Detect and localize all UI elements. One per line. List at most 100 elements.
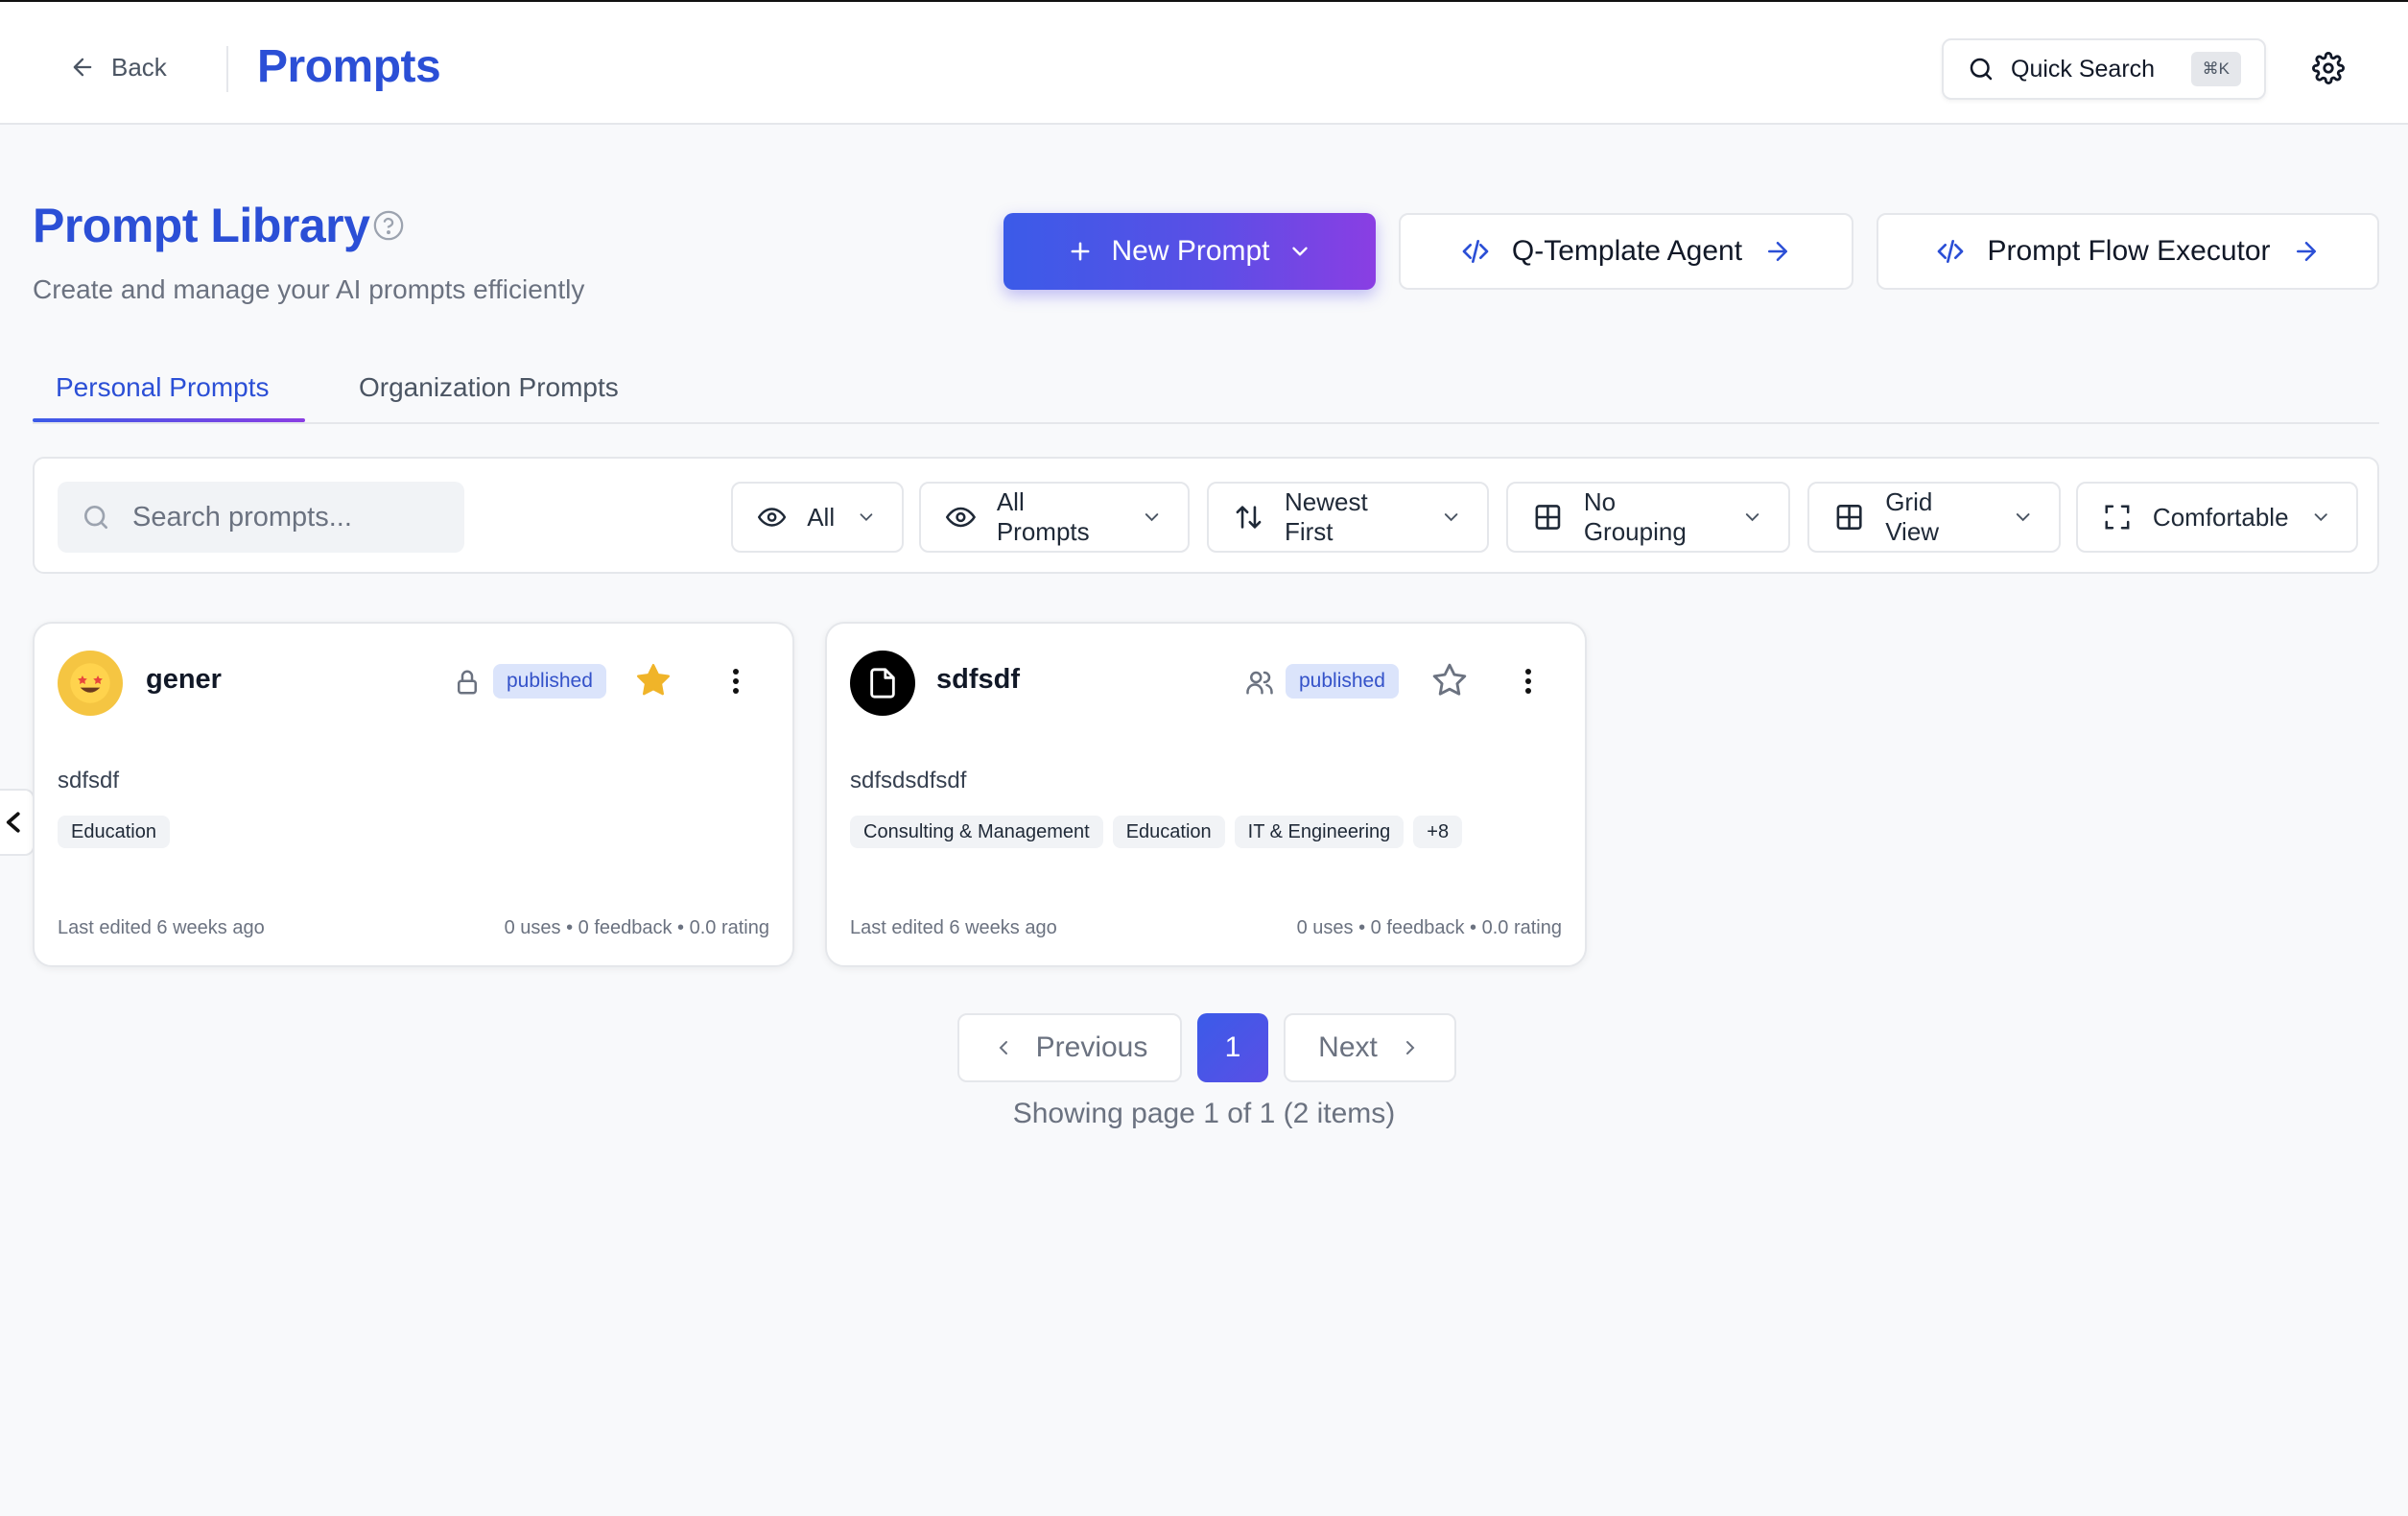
- next-label: Next: [1318, 1031, 1378, 1063]
- lock-icon: [458, 670, 477, 695]
- search-box[interactable]: [58, 482, 464, 553]
- q-template-agent-button[interactable]: Q-Template Agent: [1399, 213, 1853, 290]
- filter-bar: All All Prompts Newest First No Grouping…: [33, 457, 2379, 574]
- chevron-left-icon: [6, 812, 20, 833]
- card-footer: Last edited 6 weeks ago 0 uses • 0 feedb…: [850, 917, 1562, 939]
- prompt-name: sdfsdf: [936, 664, 1020, 695]
- more-vertical-icon: [1525, 669, 1531, 694]
- grouping-dropdown[interactable]: No Grouping: [1506, 482, 1790, 553]
- star-struck-emoji-icon: [70, 663, 110, 703]
- visibility-filter-value: All: [807, 502, 836, 532]
- more-tags-badge[interactable]: +8: [1413, 816, 1463, 848]
- back-label: Back: [111, 52, 167, 82]
- gear-icon: [2312, 52, 2345, 84]
- star-outline-icon[interactable]: [1431, 662, 1468, 699]
- quick-search-label: Quick Search: [2011, 55, 2156, 83]
- sidebar-toggle[interactable]: [0, 789, 35, 856]
- eye-icon: [758, 508, 787, 527]
- previous-page-button[interactable]: Previous: [957, 1013, 1182, 1082]
- more-options-button[interactable]: [1510, 662, 1546, 700]
- category-tag[interactable]: IT & Engineering: [1234, 816, 1405, 848]
- sort-value: Newest First: [1284, 487, 1368, 546]
- arrow-right-icon: [1768, 242, 1788, 261]
- density-dropdown[interactable]: Comfortable: [2076, 482, 2358, 553]
- document-icon: [870, 668, 895, 699]
- prompt-name: gener: [146, 664, 222, 695]
- grouping-value: No Grouping: [1583, 487, 1687, 546]
- previous-label: Previous: [1035, 1031, 1148, 1063]
- prompt-card[interactable]: sdfsdf published sdfsdsdfsdf Consulting …: [825, 622, 1587, 967]
- divider: [226, 46, 228, 92]
- usage-stats: 0 uses • 0 feedback • 0.0 rating: [504, 917, 769, 938]
- maximize-icon: [2105, 505, 2130, 530]
- next-page-button[interactable]: Next: [1284, 1013, 1456, 1082]
- settings-button[interactable]: [2312, 52, 2349, 88]
- shortcut-badge: ⌘K: [2190, 52, 2241, 86]
- status-badge: published: [493, 664, 606, 699]
- chevron-down-icon: [2016, 513, 2030, 522]
- category-tag[interactable]: Consulting & Management: [850, 816, 1103, 848]
- active-tab-indicator: [33, 418, 305, 422]
- prompt-tabs: Personal Prompts Organization Prompts: [33, 365, 2379, 424]
- category-tag[interactable]: Education: [1112, 816, 1225, 848]
- prompt-description: sdfsdsdfsdf: [850, 768, 967, 794]
- tag-list: Consulting & Management Education IT & E…: [850, 816, 1463, 848]
- chevron-down-icon: [860, 513, 873, 522]
- search-input[interactable]: [132, 501, 439, 533]
- arrow-right-icon: [2296, 242, 2316, 261]
- prompt-description: sdfsdf: [58, 768, 120, 794]
- chevron-right-icon: [1405, 1041, 1415, 1054]
- page-subtitle: Create and manage your AI prompts effici…: [33, 274, 585, 304]
- eye-icon: [946, 507, 976, 528]
- top-bar: Back Prompts Quick Search ⌘K: [0, 0, 2408, 125]
- visibility-filter-dropdown[interactable]: All: [731, 482, 904, 553]
- new-prompt-button[interactable]: New Prompt: [1003, 213, 1376, 290]
- prompt-avatar: [850, 651, 915, 716]
- chevron-down-icon: [1291, 247, 1308, 256]
- grid-icon: [1535, 505, 1561, 530]
- help-circle-icon[interactable]: [372, 209, 405, 242]
- chevron-left-icon: [999, 1041, 1007, 1054]
- code-icon: [1462, 240, 1489, 263]
- category-tag[interactable]: Education: [58, 816, 170, 848]
- prompt-card[interactable]: gener published sdfsdf Education Last ed…: [33, 622, 794, 967]
- page-title: Prompt Library: [33, 199, 370, 252]
- sort-arrows-icon: [1236, 506, 1262, 529]
- back-button[interactable]: Back: [69, 44, 167, 90]
- search-icon: [1970, 58, 1993, 81]
- pagination-info: Showing page 1 of 1 (2 items): [0, 1098, 2408, 1130]
- q-template-agent-label: Q-Template Agent: [1511, 235, 1743, 267]
- sort-dropdown[interactable]: Newest First: [1207, 482, 1489, 553]
- plus-icon: [1072, 242, 1090, 261]
- scope-filter-dropdown[interactable]: All Prompts: [919, 482, 1190, 553]
- grid-icon: [1836, 505, 1862, 530]
- pagination-info-text: Showing page 1 of 1 (2 items): [1012, 1098, 1396, 1129]
- prompt-flow-executor-button[interactable]: Prompt Flow Executor: [1877, 213, 2379, 290]
- quick-search-button[interactable]: Quick Search ⌘K: [1942, 38, 2266, 100]
- app-title: Prompts: [257, 41, 441, 92]
- view-mode-dropdown[interactable]: Grid View: [1807, 482, 2061, 553]
- more-vertical-icon: [733, 669, 739, 694]
- page-number-button[interactable]: 1: [1197, 1013, 1268, 1082]
- chevron-down-icon: [1444, 513, 1458, 522]
- star-filled-icon[interactable]: [635, 662, 672, 699]
- chevron-down-icon: [1145, 513, 1159, 522]
- view-mode-value: Grid View: [1885, 487, 1940, 546]
- tab-organization-prompts[interactable]: Organization Prompts: [359, 372, 619, 403]
- users-icon: [1246, 671, 1273, 695]
- last-edited: Last edited 6 weeks ago: [58, 917, 265, 938]
- chevron-down-icon: [1745, 513, 1759, 522]
- density-value: Comfortable: [2152, 502, 2289, 532]
- usage-stats: 0 uses • 0 feedback • 0.0 rating: [1296, 917, 1562, 938]
- scope-filter-value: All Prompts: [996, 487, 1090, 546]
- arrow-left-icon: [73, 58, 92, 77]
- search-icon: [84, 506, 107, 529]
- prompt-avatar: [58, 651, 123, 716]
- status-badge: published: [1286, 664, 1399, 699]
- chevron-down-icon: [2314, 513, 2327, 522]
- more-options-button[interactable]: [718, 662, 754, 700]
- new-prompt-label: New Prompt: [1111, 235, 1270, 267]
- last-edited: Last edited 6 weeks ago: [850, 917, 1057, 938]
- code-icon: [1938, 240, 1964, 263]
- tab-personal-prompts[interactable]: Personal Prompts: [56, 372, 270, 403]
